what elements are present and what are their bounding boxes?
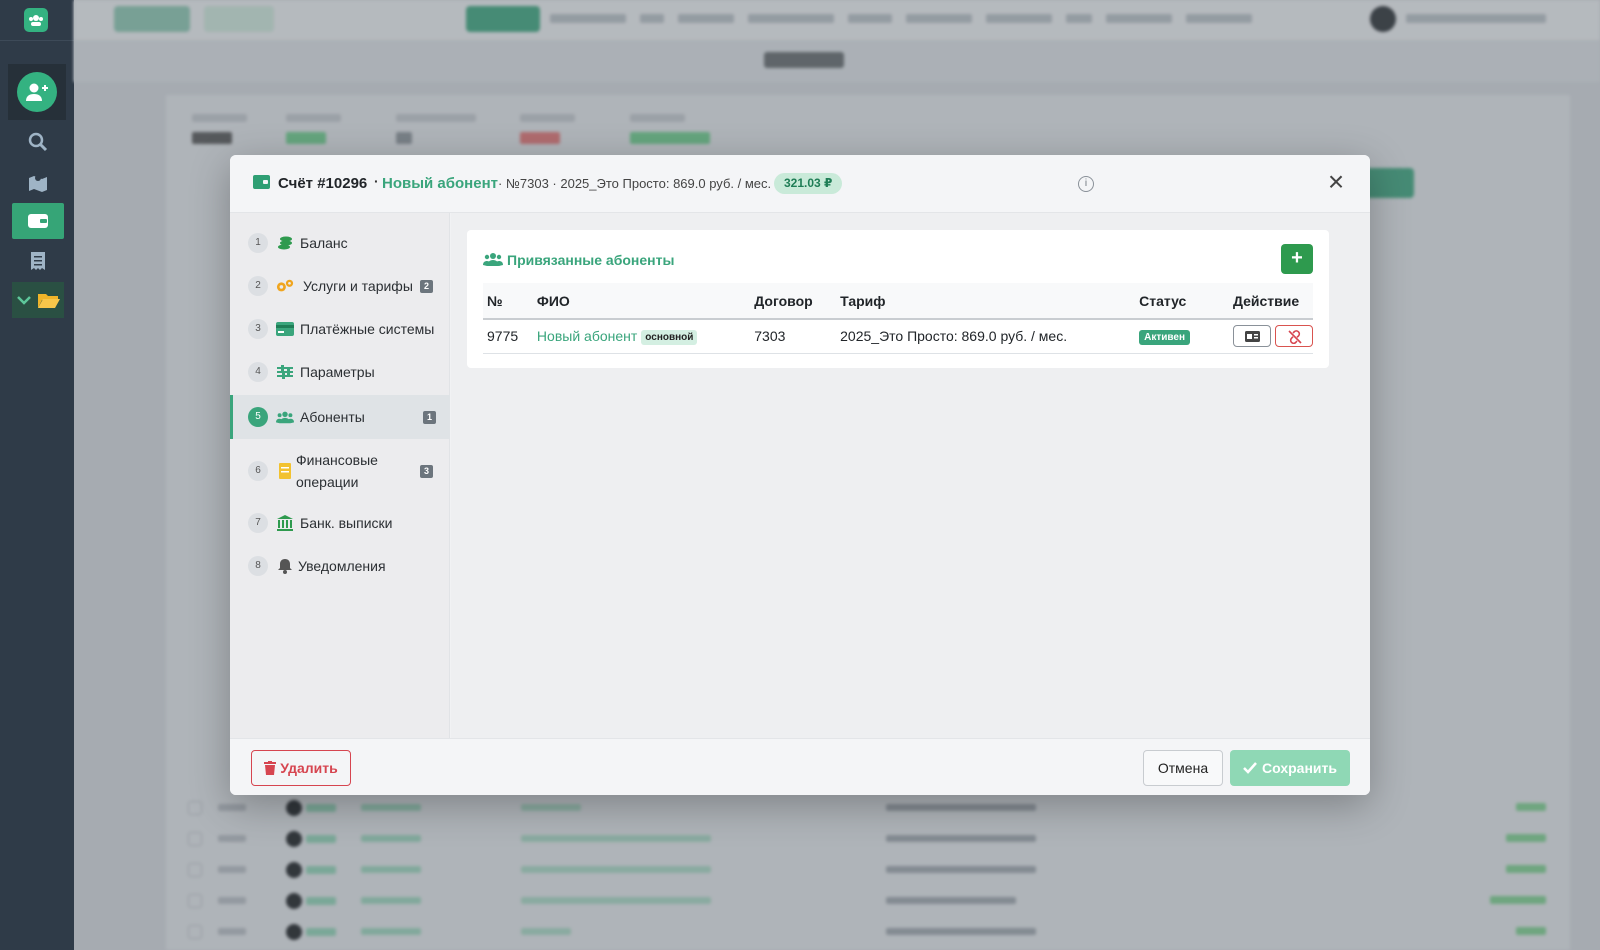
nav-item-label: Услуги и тарифы bbox=[303, 278, 413, 294]
add-user-icon bbox=[17, 72, 57, 112]
cell-actions bbox=[1228, 319, 1313, 354]
bank-icon bbox=[276, 514, 294, 532]
subscribers-table: № ФИО Договор Тариф Статус Действие 9775… bbox=[483, 283, 1313, 354]
nav-step-number: 1 bbox=[248, 233, 268, 253]
nav-count-badge: 1 bbox=[423, 410, 436, 424]
add-user-button[interactable] bbox=[8, 64, 66, 120]
cancel-button[interactable]: Отмена bbox=[1143, 750, 1223, 786]
save-button[interactable]: Сохранить bbox=[1230, 750, 1350, 786]
folder-open-icon[interactable] bbox=[12, 282, 64, 318]
nav-step-number: 3 bbox=[248, 319, 268, 339]
column-header-contract[interactable]: Договор bbox=[750, 283, 837, 320]
nav-step-number: 4 bbox=[248, 362, 268, 382]
nav-item-subscribers[interactable]: 5 Абоненты 1 bbox=[230, 395, 450, 439]
nav-step-number: 5 bbox=[248, 407, 268, 427]
nav-step-number: 6 bbox=[248, 461, 268, 481]
nav-item-label: Банк. выписки bbox=[300, 515, 393, 531]
card-title: Привязанные абоненты bbox=[507, 252, 675, 268]
wallet-icon[interactable] bbox=[12, 203, 64, 239]
app-logo-icon[interactable] bbox=[24, 8, 48, 32]
modal-header: Счёт #10296 · Новый абонент · №7303 · 20… bbox=[230, 155, 1370, 213]
nav-item-services[interactable]: 2 Услуги и тарифы 2 bbox=[230, 266, 450, 306]
nav-item-label: Финансовые операции bbox=[296, 452, 378, 490]
wallet-icon bbox=[253, 175, 270, 189]
unlink-icon bbox=[1288, 330, 1302, 345]
nav-item-label: Баланс bbox=[300, 235, 348, 251]
open-card-button[interactable] bbox=[1232, 325, 1271, 348]
sliders-icon bbox=[276, 363, 294, 381]
nav-item-parameters[interactable]: 4 Параметры bbox=[230, 352, 450, 392]
sidebar-divider bbox=[0, 40, 74, 41]
nav-step-number: 7 bbox=[248, 513, 268, 533]
nav-item-label: Уведомления bbox=[298, 558, 386, 574]
gears-icon bbox=[276, 277, 294, 295]
modal-meta: · №7303 · 2025_Это Просто: 869.0 руб. / … bbox=[498, 176, 772, 191]
save-button-label: Сохранить bbox=[1262, 760, 1337, 776]
status-badge: Активен bbox=[1139, 330, 1191, 346]
nav-step-number: 2 bbox=[248, 276, 268, 296]
column-header-status[interactable]: Статус bbox=[1135, 283, 1229, 320]
modal-content: Привязанные абоненты + № ФИО Договор Тар… bbox=[451, 213, 1370, 738]
subscriber-link[interactable]: Новый абонент bbox=[382, 175, 498, 192]
search-icon[interactable] bbox=[12, 124, 64, 160]
nav-count-badge: 2 bbox=[420, 279, 433, 293]
nav-item-label: Абоненты bbox=[300, 409, 365, 425]
nav-item-bank-statements[interactable]: 7 Банк. выписки bbox=[230, 503, 450, 543]
ledger-icon bbox=[276, 462, 294, 480]
credit-card-icon bbox=[276, 320, 294, 338]
modal-footer: Удалить Отмена Сохранить bbox=[230, 738, 1370, 795]
add-subscriber-button[interactable]: + bbox=[1281, 244, 1313, 274]
bell-icon bbox=[276, 557, 294, 575]
unlink-subscriber-button[interactable] bbox=[1274, 325, 1313, 348]
primary-tag: основной bbox=[641, 329, 698, 345]
linked-subscribers-card: Привязанные абоненты + № ФИО Договор Тар… bbox=[467, 230, 1329, 368]
delete-button[interactable]: Удалить bbox=[251, 750, 351, 786]
subscriber-name-link[interactable]: Новый абонент bbox=[537, 328, 637, 344]
nav-item-balance[interactable]: 1 Баланс bbox=[230, 223, 450, 263]
cell-tariff: 2025_Это Просто: 869.0 руб. / мес. bbox=[836, 319, 1136, 354]
nav-step-number: 8 bbox=[248, 556, 268, 576]
modal-nav: 1 Баланс 2 Услуги и тарифы 2 3 Платёжные… bbox=[230, 213, 450, 738]
column-header-action: Действие bbox=[1228, 283, 1313, 320]
table-row: 9775 Новый абонент основной 7303 2025_Это… bbox=[483, 319, 1313, 354]
table-header-row: № ФИО Договор Тариф Статус Действие bbox=[483, 283, 1313, 320]
nav-item-financial-operations[interactable]: 6 Финансовые операции 3 bbox=[230, 442, 450, 500]
nav-item-label: Параметры bbox=[300, 364, 375, 380]
cell-id: 9775 bbox=[483, 319, 533, 354]
receipt-icon[interactable] bbox=[12, 243, 64, 279]
coins-icon bbox=[276, 234, 294, 252]
account-modal: Счёт #10296 · Новый абонент · №7303 · 20… bbox=[230, 155, 1370, 795]
users-icon bbox=[276, 408, 294, 426]
info-icon[interactable]: i bbox=[1078, 176, 1094, 192]
cell-name: Новый абонент основной bbox=[532, 319, 751, 354]
nav-item-label: Платёжные системы bbox=[300, 321, 435, 337]
nav-count-badge: 3 bbox=[420, 464, 433, 478]
close-button[interactable]: × bbox=[1324, 168, 1348, 196]
map-icon[interactable] bbox=[12, 164, 64, 200]
balance-badge: 321.03 ₽ bbox=[774, 173, 843, 194]
modal-title: Счёт #10296 bbox=[278, 175, 368, 192]
column-header-tariff[interactable]: Тариф bbox=[836, 283, 1136, 320]
nav-item-notifications[interactable]: 8 Уведомления bbox=[230, 546, 450, 586]
cell-status: Активен bbox=[1135, 319, 1229, 354]
cell-contract: 7303 bbox=[750, 319, 837, 354]
users-icon bbox=[483, 252, 503, 271]
check-icon bbox=[1243, 762, 1257, 774]
nav-item-payment-systems[interactable]: 3 Платёжные системы bbox=[230, 309, 450, 349]
id-card-icon bbox=[1244, 331, 1260, 343]
delete-button-label: Удалить bbox=[280, 760, 338, 776]
column-header-name[interactable]: ФИО bbox=[532, 283, 751, 320]
column-header-number[interactable]: № bbox=[483, 283, 533, 320]
app-sidebar bbox=[0, 0, 74, 950]
title-separator: · bbox=[374, 173, 379, 189]
trash-icon bbox=[264, 761, 277, 775]
